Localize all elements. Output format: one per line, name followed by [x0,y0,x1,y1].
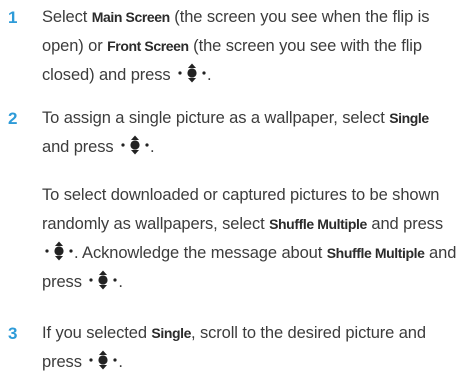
menu-option-keyword: Shuffle Multiple [269,216,367,232]
instruction-text: and press [42,138,119,156]
nav-key-icon [177,63,207,83]
instruction-text: . [207,66,212,84]
step-paragraph: To assign a single picture as a wallpape… [42,104,460,162]
menu-option-keyword: Single [389,110,429,126]
instruction-text: . [118,353,123,371]
step-number: 2 [8,109,18,128]
instruction-text: . [150,138,155,156]
menu-option-keyword: Shuffle Multiple [326,245,425,261]
instruction-text: To assign a single picture as a wallpape… [42,109,390,127]
menu-option-keyword: Front Screen [107,38,189,54]
menu-option-keyword: Main Screen [91,9,170,25]
nav-key-icon [88,350,118,370]
instruction-document: 1 Select Main Screen (the screen you see… [0,0,466,386]
nav-key-icon [88,270,118,290]
step-paragraph: If you selected Single, scroll to the de… [42,319,460,377]
nav-key-icon [44,241,74,261]
instruction-text: . [118,273,123,291]
step-number: 1 [8,8,18,27]
instruction-text: . Acknowledge the message about [74,244,327,262]
instruction-text: Select [42,8,92,26]
nav-key-icon [120,135,150,155]
menu-option-keyword: Single [151,325,191,341]
step-number: 3 [8,324,18,343]
instruction-text: If you selected [42,324,152,342]
step-paragraph: To select downloaded or captured picture… [42,181,460,297]
instruction-text: and press [366,215,443,233]
step-paragraph: Select Main Screen (the screen you see w… [42,3,460,90]
